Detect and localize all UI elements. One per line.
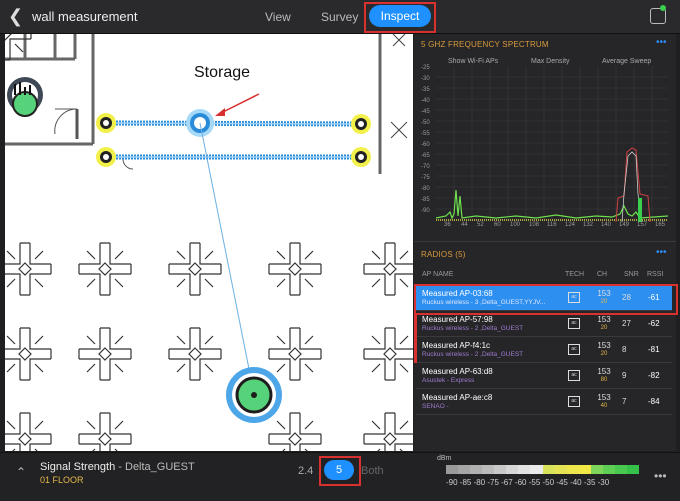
column-header-ap-name[interactable]: AP NAME bbox=[422, 271, 453, 278]
radio-channel: 153 bbox=[597, 367, 611, 376]
y-tick: -75 bbox=[421, 175, 430, 181]
y-tick: -55 bbox=[421, 131, 430, 137]
radio-name: Measured AP-ae:c8 bbox=[422, 393, 493, 402]
y-tick: -70 bbox=[421, 164, 430, 170]
x-tick: 36 bbox=[444, 222, 451, 228]
divider bbox=[414, 241, 676, 242]
radio-width: 40 bbox=[600, 403, 608, 409]
highlight-box bbox=[319, 456, 361, 486]
x-tick: 100 bbox=[510, 222, 521, 228]
radios-title: RADIOS (5) bbox=[421, 250, 466, 259]
x-tick: 44 bbox=[461, 222, 468, 228]
radio-snr: 9 bbox=[622, 371, 627, 380]
radio-row[interactable]: Measured AP-ae:c8 SENAO - ac 153 40 7 -8… bbox=[416, 390, 672, 415]
y-tick: -35 bbox=[421, 87, 430, 93]
y-tick: -30 bbox=[421, 76, 430, 82]
room-label-storage: Storage bbox=[194, 64, 251, 81]
x-tick: 157 bbox=[637, 222, 648, 228]
y-tick: -85 bbox=[421, 197, 430, 203]
radio-name: Measured AP-f4:1c bbox=[422, 341, 491, 350]
signal-color-scale bbox=[446, 465, 639, 474]
visualization-title[interactable]: Signal Strength - Delta_GUEST bbox=[40, 461, 195, 473]
page-title: wall measurement bbox=[32, 9, 138, 24]
x-tick: 52 bbox=[477, 222, 484, 228]
radio-width: 20 bbox=[600, 351, 608, 357]
x-tick: 140 bbox=[601, 222, 612, 228]
top-bar: ❮ wall measurement View Survey Inspect bbox=[0, 0, 680, 34]
tech-badge-icon: ac bbox=[568, 370, 580, 381]
highlight-box bbox=[414, 284, 678, 315]
radio-snr: 8 bbox=[622, 345, 627, 354]
tech-badge-icon: ac bbox=[568, 396, 580, 407]
y-tick: -65 bbox=[421, 153, 430, 159]
status-dot-icon bbox=[660, 5, 666, 11]
radio-details: Ruckus wireless - 2 ,Delta_GUEST bbox=[422, 325, 524, 332]
column-header-ch[interactable]: CH bbox=[597, 271, 607, 278]
radio-rssi: -62 bbox=[648, 319, 660, 328]
radios-more-icon[interactable]: ••• bbox=[656, 247, 667, 258]
highlight-bar bbox=[414, 313, 417, 363]
option-max-density[interactable]: Max Density bbox=[531, 58, 570, 65]
y-tick: -90 bbox=[421, 208, 430, 214]
scale-labels: -90 -85 -80 -75 -67 -60 -55 -50 -45 -40 … bbox=[446, 478, 610, 487]
radio-row[interactable]: Measured AP-f4:1c Ruckus wireless - 2 ,D… bbox=[416, 338, 672, 363]
tab-view[interactable]: View bbox=[265, 10, 291, 24]
radio-rssi: -82 bbox=[648, 371, 660, 380]
tab-survey[interactable]: Survey bbox=[321, 10, 358, 24]
x-tick: 165 bbox=[655, 222, 666, 228]
option-show-wifi-aps[interactable]: Show Wi-Fi APs bbox=[448, 58, 498, 65]
floor-plan-map[interactable]: Storage bbox=[5, 34, 413, 451]
radio-rssi: -81 bbox=[648, 345, 660, 354]
radio-channel: 153 bbox=[597, 315, 611, 324]
band-2-4-button[interactable]: 2.4 bbox=[298, 465, 313, 477]
y-tick: -40 bbox=[421, 98, 430, 104]
radio-width: 80 bbox=[600, 377, 608, 383]
highlight-box bbox=[364, 2, 436, 33]
radio-name: Measured AP-63:d8 bbox=[422, 367, 493, 376]
y-tick: -25 bbox=[421, 65, 430, 71]
tech-badge-icon: ac bbox=[568, 318, 580, 329]
x-tick: 124 bbox=[565, 222, 576, 228]
back-chevron-icon[interactable]: ❮ bbox=[8, 6, 23, 27]
radio-snr: 27 bbox=[622, 319, 631, 328]
scale-unit: dBm bbox=[437, 455, 452, 462]
y-tick: -60 bbox=[421, 142, 430, 148]
radio-row[interactable]: Measured AP-63:d8 Asustek - Express ac 1… bbox=[416, 364, 672, 389]
network-name: - Delta_GUEST bbox=[115, 461, 195, 473]
radio-row[interactable]: Measured AP-57:98 Ruckus wireless - 2 ,D… bbox=[416, 312, 672, 337]
x-tick: 116 bbox=[547, 222, 557, 228]
spectrum-plot bbox=[436, 66, 668, 222]
floor-label[interactable]: 01 FLOOR bbox=[40, 475, 84, 485]
x-tick: 60 bbox=[494, 222, 501, 228]
metric-name: Signal Strength bbox=[40, 461, 116, 473]
floor-plan-drawing bbox=[5, 34, 413, 451]
column-header-snr[interactable]: SNR bbox=[624, 271, 639, 278]
radio-details: SENAO - bbox=[422, 403, 449, 410]
radio-details: Asustek - Express bbox=[422, 377, 475, 384]
radio-width: 20 bbox=[600, 325, 608, 331]
radio-snr: 7 bbox=[622, 397, 627, 406]
radio-details: Ruckus wireless - 2 ,Delta_GUEST bbox=[422, 351, 524, 358]
band-both-button[interactable]: Both bbox=[361, 465, 384, 477]
radio-rssi: -84 bbox=[648, 397, 660, 406]
spectrum-title: 5 GHZ FREQUENCY SPECTRUM bbox=[421, 40, 549, 49]
radio-name: Measured AP-57:98 bbox=[422, 315, 493, 324]
column-header-rssi[interactable]: RSSI bbox=[647, 271, 663, 278]
more-options-icon[interactable]: ••• bbox=[654, 469, 667, 483]
option-average-sweep[interactable]: Average Sweep bbox=[602, 58, 651, 65]
spectrum-more-icon[interactable]: ••• bbox=[656, 37, 667, 48]
y-tick: -50 bbox=[421, 120, 430, 126]
x-tick: 149 bbox=[619, 222, 630, 228]
x-tick: 108 bbox=[529, 222, 540, 228]
bottom-bar: ⌃ Signal Strength - Delta_GUEST 01 FLOOR… bbox=[0, 452, 680, 501]
x-tick: 132 bbox=[583, 222, 594, 228]
radio-channel: 153 bbox=[597, 393, 611, 402]
radio-channel: 153 bbox=[597, 341, 611, 350]
y-tick: -45 bbox=[421, 109, 430, 115]
column-header-tech[interactable]: TECH bbox=[565, 271, 584, 278]
chevron-up-icon[interactable]: ⌃ bbox=[16, 465, 26, 479]
y-tick: -80 bbox=[421, 186, 430, 192]
tech-badge-icon: ac bbox=[568, 344, 580, 355]
